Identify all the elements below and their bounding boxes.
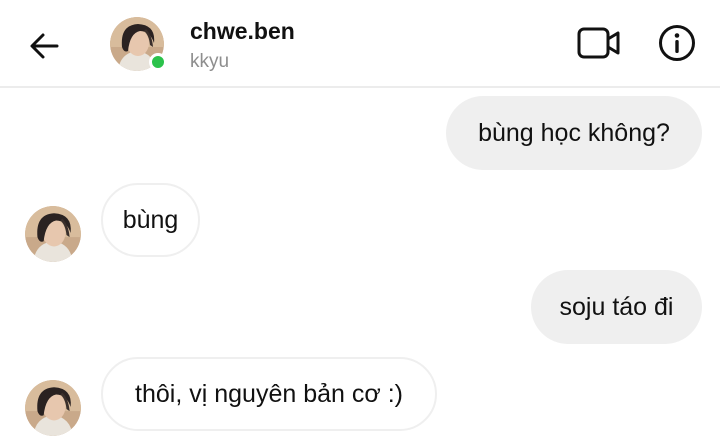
message-text: soju táo đi: [559, 293, 674, 321]
sender-avatar[interactable]: [25, 380, 81, 436]
sender-avatar[interactable]: [25, 206, 81, 262]
message-received[interactable]: thôi, vị nguyên bản cơ :): [101, 357, 437, 431]
message-text: bùng học không?: [478, 119, 670, 147]
video-call-button[interactable]: [576, 24, 622, 62]
info-button[interactable]: [657, 23, 697, 63]
back-button[interactable]: [24, 26, 64, 66]
avatar-image: [25, 206, 81, 262]
contact-avatar[interactable]: [110, 17, 167, 71]
message-sent[interactable]: soju táo đi: [531, 270, 702, 344]
video-camera-icon: [577, 27, 620, 59]
message-text: thôi, vị nguyên bản cơ :): [135, 380, 403, 408]
contact-name[interactable]: chwe.ben: [190, 17, 295, 45]
chat-screen: chwe.ben kkyu bùng học không? bùng soju …: [0, 0, 720, 439]
message-sent[interactable]: bùng học không?: [446, 96, 702, 170]
chat-header: chwe.ben kkyu: [0, 0, 720, 88]
info-circle-icon: [659, 25, 695, 61]
message-received[interactable]: bùng: [101, 183, 200, 257]
arrow-left-icon: [30, 33, 59, 59]
avatar-image: [25, 380, 81, 436]
online-status-dot: [149, 53, 167, 71]
message-text: bùng: [122, 206, 179, 234]
contact-username: kkyu: [190, 51, 230, 72]
